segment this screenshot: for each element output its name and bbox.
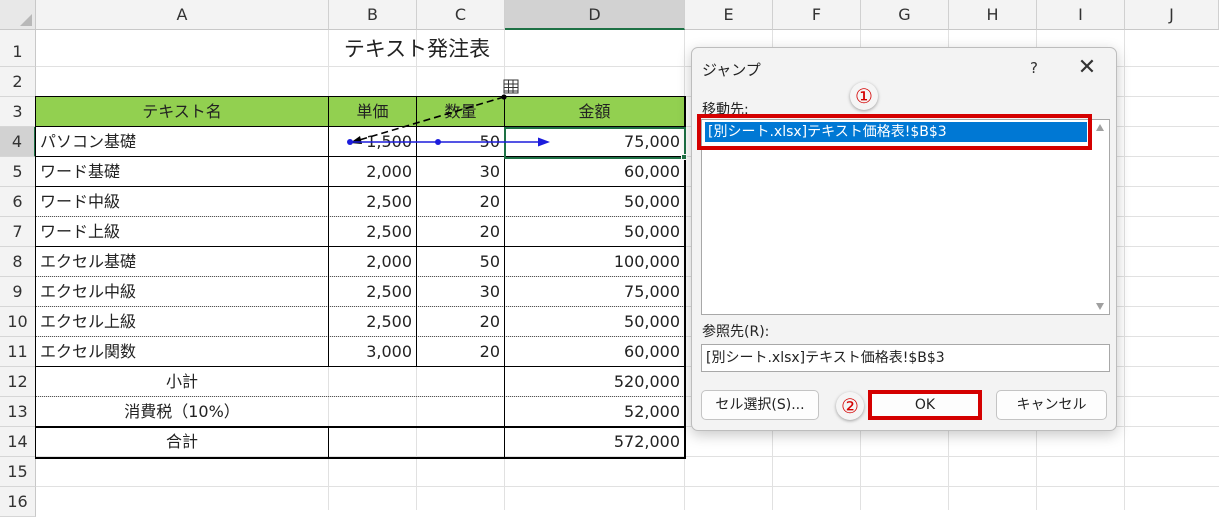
help-button[interactable]: ?: [1019, 53, 1049, 83]
step-badge-1: ①: [850, 82, 878, 110]
reference-label: 参照先(R):: [702, 324, 770, 340]
external-precedent-arrow: [350, 96, 505, 144]
precedent-arrow: [347, 137, 550, 147]
goto-dialog: ジャンプ ? ✕ 移動先: [別シート.xlsx]テキスト価格表!$B$3 参照…: [691, 47, 1117, 431]
reference-input[interactable]: [別シート.xlsx]テキスト価格表!$B$3: [701, 344, 1110, 372]
scroll-up-arrow-icon[interactable]: [1096, 124, 1104, 131]
dialog-title: ジャンプ: [702, 61, 761, 79]
goto-special-button[interactable]: セル選択(S)...: [701, 390, 819, 420]
scroll-down-arrow-icon[interactable]: [1096, 303, 1104, 310]
close-icon[interactable]: ✕: [1072, 53, 1102, 83]
highlight-ok-button: [868, 390, 982, 420]
cancel-button[interactable]: キャンセル: [996, 390, 1107, 420]
highlight-goto-item: [697, 114, 1092, 150]
step-badge-2: ②: [836, 392, 864, 420]
worksheet-icon: [501, 79, 519, 100]
